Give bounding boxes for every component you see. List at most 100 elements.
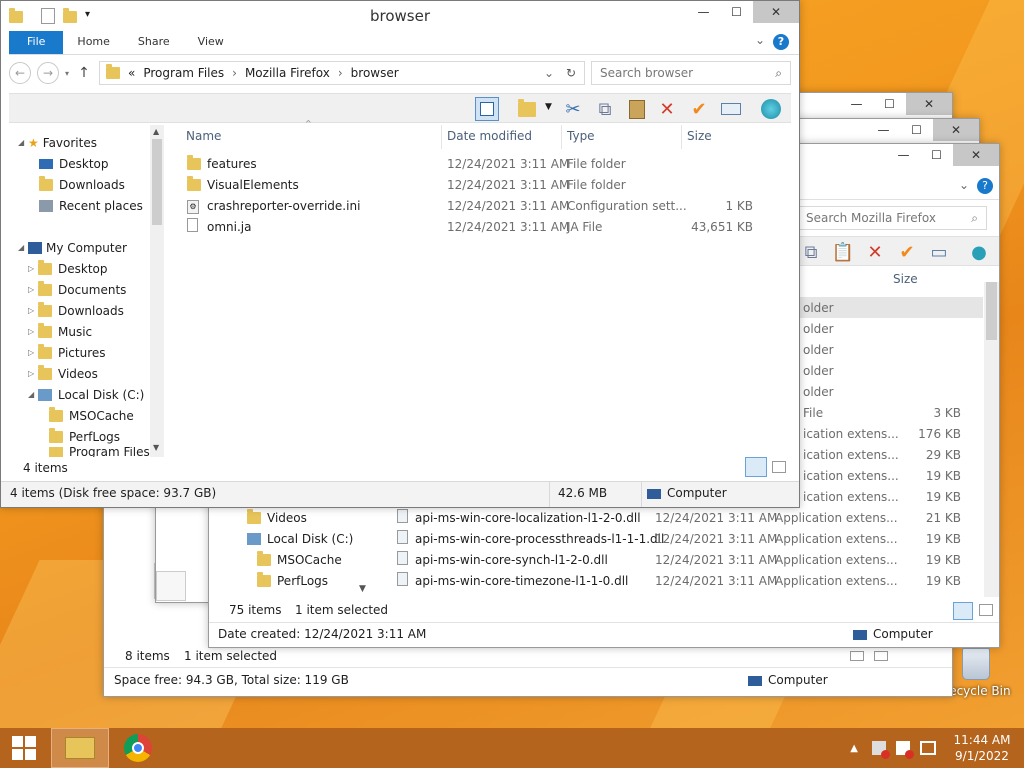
tab-file[interactable]: File xyxy=(9,31,64,54)
nav-item-desktop[interactable]: ▷ Desktop xyxy=(28,258,108,279)
expand-arrow-icon[interactable]: ▷ xyxy=(28,285,38,294)
breadcrumb-browser[interactable]: browser xyxy=(351,66,399,80)
nav-item-documents[interactable]: ▷ Documents xyxy=(28,279,126,300)
paste-icon[interactable]: 📋 xyxy=(831,240,855,264)
recent-locations-icon[interactable]: ▾ xyxy=(65,69,69,78)
copy-icon[interactable]: ⧉ xyxy=(799,240,823,264)
tab-home[interactable]: Home xyxy=(63,31,123,54)
column-header-type[interactable]: Type xyxy=(567,129,595,143)
maximize-button[interactable]: ☐ xyxy=(720,1,753,23)
nav-item-recent-places[interactable]: Recent places xyxy=(39,195,143,216)
minimize-button[interactable]: — xyxy=(867,119,900,141)
nav-item-desktop-fav[interactable]: Desktop xyxy=(39,153,109,174)
column-header-size[interactable]: Size xyxy=(687,129,712,143)
clock[interactable]: 11:44 AM 9/1/2022 xyxy=(950,732,1014,764)
nav-item-videos[interactable]: ▷ Videos xyxy=(28,363,98,384)
delete-icon[interactable]: ✕ xyxy=(863,240,887,264)
search-input[interactable]: Search Mozilla Firefox ⌕ xyxy=(797,206,987,230)
maximize-button[interactable]: ☐ xyxy=(873,93,906,115)
address-dropdown-icon[interactable]: ⌄ xyxy=(544,66,554,80)
cut-icon[interactable]: ✂ xyxy=(561,97,585,121)
help-icon[interactable]: ? xyxy=(773,34,789,50)
maximize-button[interactable]: ☐ xyxy=(900,119,933,141)
file-row[interactable]: api-ms-win-core-timezone-l1-1-0.dll 12/24… xyxy=(389,570,983,591)
expand-arrow-icon[interactable]: ◢ xyxy=(28,390,38,399)
column-header-size[interactable]: Size xyxy=(893,272,918,286)
close-button[interactable]: ✕ xyxy=(753,1,799,23)
tiles-view-icon[interactable] xyxy=(979,604,993,616)
file-row[interactable]: api-ms-win-core-localization-l1-2-0.dll 1… xyxy=(389,507,983,528)
nav-item-videos[interactable]: Videos xyxy=(247,507,307,528)
taskbar-file-explorer[interactable] xyxy=(51,728,109,768)
nav-item-downloads[interactable]: ▷ Downloads xyxy=(28,300,124,321)
nav-item-local-disk-c[interactable]: ◢ Local Disk (C:) xyxy=(28,384,144,405)
chevron-down-icon[interactable]: ⌄ xyxy=(755,33,765,47)
copy-icon[interactable]: ⧉ xyxy=(593,97,617,121)
tab-share[interactable]: Share xyxy=(124,31,184,54)
expand-arrow-icon[interactable]: ▷ xyxy=(28,327,38,336)
nav-scrollbar[interactable]: ▲ ▼ xyxy=(150,125,164,457)
minimize-button[interactable]: — xyxy=(687,1,720,23)
shell-icon[interactable]: ● xyxy=(967,240,991,264)
preview-pane-icon[interactable] xyxy=(475,97,499,121)
checkmark-icon[interactable]: ✔ xyxy=(687,97,711,121)
chevron-down-icon[interactable]: ⌄ xyxy=(959,178,969,192)
scroll-thumb[interactable] xyxy=(152,139,162,225)
details-view-icon[interactable] xyxy=(850,651,864,661)
scroll-up-arrow[interactable]: ▲ xyxy=(153,127,159,136)
nav-item-program-files[interactable]: Program Files xyxy=(49,447,150,457)
tiles-view-icon[interactable] xyxy=(772,461,786,473)
nav-my-computer[interactable]: ◢ My Computer xyxy=(18,237,127,258)
expand-arrow-icon[interactable]: ◢ xyxy=(18,138,28,147)
nav-item-local-disk[interactable]: Local Disk (C:) xyxy=(247,528,353,549)
expand-arrow-icon[interactable]: ▷ xyxy=(28,369,38,378)
close-button[interactable]: ✕ xyxy=(933,119,979,141)
back-button[interactable]: ← xyxy=(9,62,31,84)
network-icon[interactable] xyxy=(920,741,936,755)
nav-item-pictures[interactable]: ▷ Pictures xyxy=(28,342,106,363)
volume-muted-icon[interactable] xyxy=(872,741,890,759)
scroll-down-arrow[interactable]: ▼ xyxy=(359,584,366,594)
expand-arrow-icon[interactable]: ◢ xyxy=(18,243,28,252)
breadcrumb-mozilla-firefox[interactable]: Mozilla Firefox xyxy=(245,66,330,80)
column-header-date[interactable]: Date modified xyxy=(447,129,532,143)
file-row[interactable]: ⚙ crashreporter-override.ini 12/24/2021 3:… xyxy=(171,195,761,216)
rename-icon[interactable] xyxy=(719,97,743,121)
tiles-view-icon[interactable] xyxy=(874,651,888,661)
file-row[interactable]: features 12/24/2021 3:11 AM File folder xyxy=(171,153,761,174)
breadcrumb-program-files[interactable]: Program Files xyxy=(143,66,224,80)
expand-arrow-icon[interactable]: ▷ xyxy=(28,264,38,273)
close-button[interactable]: ✕ xyxy=(953,144,999,166)
close-button[interactable]: ✕ xyxy=(906,93,952,115)
refresh-icon[interactable]: ↻ xyxy=(566,66,576,80)
checkmark-icon[interactable]: ✔ xyxy=(895,240,919,264)
maximize-button[interactable]: ☐ xyxy=(920,144,953,166)
vertical-scrollbar[interactable] xyxy=(984,282,999,597)
paste-icon[interactable] xyxy=(625,97,649,121)
dropdown-arrow-icon[interactable]: ▼ xyxy=(545,102,552,112)
nav-item-msocache[interactable]: MSOCache xyxy=(49,405,134,426)
delete-icon[interactable]: ✕ xyxy=(655,97,679,121)
expand-arrow-icon[interactable]: ▷ xyxy=(28,348,38,357)
scroll-thumb[interactable] xyxy=(986,282,997,340)
nav-item-music[interactable]: ▷ Music xyxy=(28,321,92,342)
show-hidden-icons[interactable]: ▲ xyxy=(850,743,858,754)
action-center-icon[interactable] xyxy=(896,741,914,759)
address-bar[interactable]: « Program Files › Mozilla Firefox › brow… xyxy=(99,61,585,85)
minimize-button[interactable]: — xyxy=(840,93,873,115)
file-row[interactable]: VisualElements 12/24/2021 3:11 AM File fol… xyxy=(171,174,761,195)
scroll-down-arrow[interactable]: ▼ xyxy=(153,443,159,452)
rename-icon[interactable]: ▭ xyxy=(927,240,951,264)
title-bar[interactable]: ▾ browser — ☐ ✕ xyxy=(1,1,799,31)
column-header-name[interactable]: Name xyxy=(186,129,221,143)
help-icon[interactable]: ? xyxy=(977,178,993,194)
details-view-icon[interactable] xyxy=(953,602,973,620)
file-row[interactable]: api-ms-win-core-synch-l1-2-0.dll 12/24/20… xyxy=(389,549,983,570)
nav-item-perflogs[interactable]: PerfLogs xyxy=(257,570,328,591)
nav-item-perflogs[interactable]: PerfLogs xyxy=(49,426,120,447)
start-button[interactable] xyxy=(0,728,48,768)
nav-item-downloads-fav[interactable]: Downloads xyxy=(39,174,125,195)
search-input[interactable]: Search browser ⌕ xyxy=(591,61,791,85)
folder-options-icon[interactable] xyxy=(515,97,539,121)
tab-view[interactable]: View xyxy=(184,31,238,54)
